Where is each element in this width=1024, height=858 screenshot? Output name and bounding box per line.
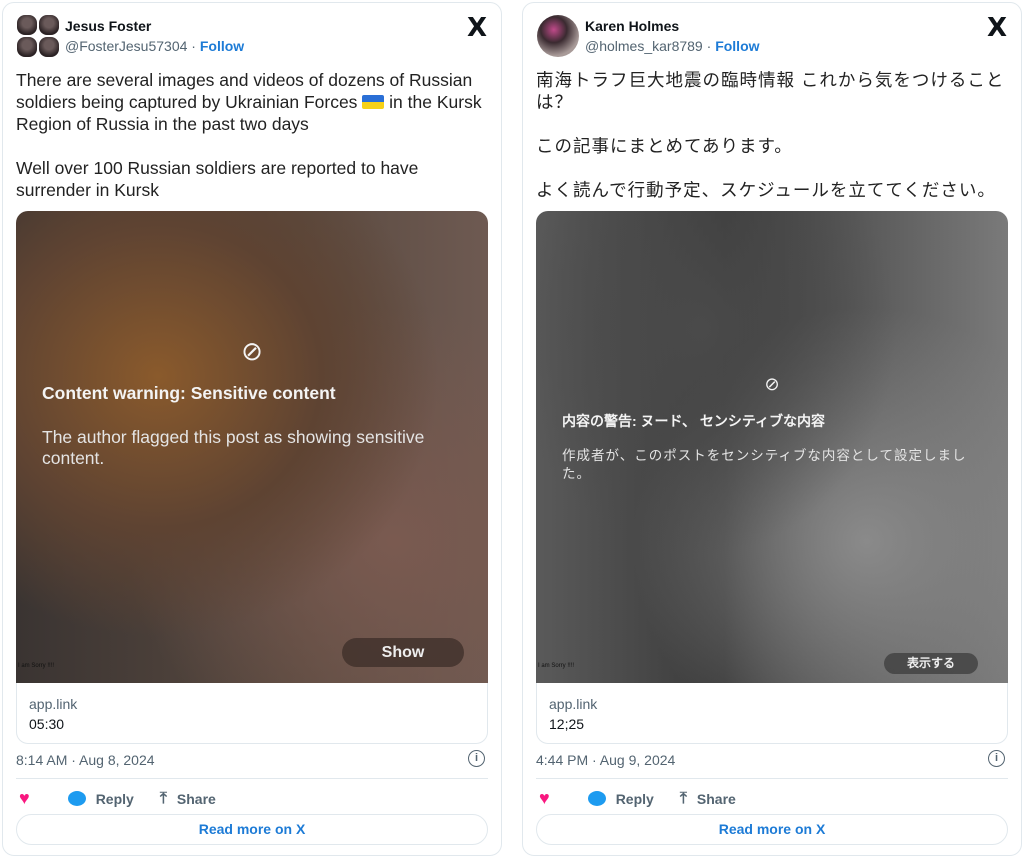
follow-button[interactable]: Follow: [200, 38, 244, 54]
action-bar: ♥ Reply ⤒ Share: [539, 788, 736, 809]
info-icon[interactable]: i: [468, 750, 485, 767]
separator: ·: [706, 38, 712, 54]
author-name[interactable]: Karen Holmes: [585, 18, 679, 34]
author-handle: @FosterJesu57304 · Follow: [65, 38, 244, 54]
x-logo-icon[interactable]: X: [467, 13, 487, 43]
show-button[interactable]: 表示する: [884, 653, 978, 674]
link-title: 12;25: [549, 716, 585, 732]
timestamp[interactable]: 8:14 AM · Aug 8, 2024: [16, 752, 155, 768]
x-logo-icon[interactable]: X: [987, 13, 1007, 43]
follow-button[interactable]: Follow: [715, 38, 759, 54]
watermark: I am Sorry !!!!: [18, 663, 55, 669]
link-title: 05:30: [29, 716, 65, 732]
tweet-text: 南海トラフ巨大地震の臨時情報 これから気をつけることは？ この記事にまとめてあり…: [536, 70, 1005, 200]
reply-button[interactable]: Reply: [616, 791, 654, 807]
avatar[interactable]: [537, 15, 579, 57]
author-handle: @holmes_kar8789 · Follow: [585, 38, 760, 54]
handle-text[interactable]: @holmes_kar8789: [585, 38, 703, 54]
link-domain: app.link: [549, 696, 598, 712]
show-button[interactable]: Show: [342, 638, 464, 667]
share-button[interactable]: Share: [177, 791, 216, 807]
handle-text[interactable]: @FosterJesu57304: [65, 38, 187, 54]
sensitive-media[interactable]: ⊘ 内容の警告: ヌード、 センシティブな内容 作成者が、このポストをセンシティ…: [536, 211, 1008, 683]
eye-slash-icon: ⊘: [241, 336, 263, 366]
warning-body: The author flagged this post as showing …: [42, 427, 425, 468]
link-domain: app.link: [29, 696, 78, 712]
read-more-button[interactable]: Read more on X: [16, 814, 488, 845]
tweet-card-jesus-foster: Jesus Foster @FosterJesu57304 · Follow X…: [2, 2, 502, 856]
tweet-card-karen-holmes: Karen Holmes @holmes_kar8789 · Follow X …: [522, 2, 1022, 856]
link-card[interactable]: app.link 12;25: [536, 683, 1008, 744]
tweet-text: There are several images and videos of d…: [16, 69, 491, 201]
eye-slash-icon: ⊘: [764, 374, 780, 394]
divider: [16, 778, 488, 779]
share-button[interactable]: Share: [697, 791, 736, 807]
reply-icon[interactable]: [587, 791, 606, 806]
ukraine-flag-icon: [362, 95, 385, 109]
author-name[interactable]: Jesus Foster: [65, 18, 151, 34]
timestamp[interactable]: 4:44 PM · Aug 9, 2024: [536, 752, 675, 768]
watermark: I am Sorry !!!!: [538, 663, 575, 669]
reply-icon[interactable]: [67, 791, 86, 806]
warning-title: Content warning: Sensitive content: [42, 383, 336, 403]
reply-button[interactable]: Reply: [96, 791, 134, 807]
divider: [536, 778, 1008, 779]
sensitive-media[interactable]: ⊘ Content warning: Sensitive content The…: [16, 211, 488, 683]
separator: ·: [191, 38, 196, 54]
info-icon[interactable]: i: [988, 750, 1005, 767]
share-icon[interactable]: ⤒: [160, 790, 167, 808]
avatar[interactable]: [17, 15, 59, 57]
heart-icon[interactable]: ♥: [19, 788, 30, 809]
warning-body: 作成者が、このポストをセンシティブな内容として設定しました。: [562, 448, 967, 481]
warning-title: 内容の警告: ヌード、 センシティブな内容: [562, 413, 826, 429]
share-icon[interactable]: ⤒: [680, 790, 687, 808]
action-bar: ♥ Reply ⤒ Share: [19, 788, 216, 809]
read-more-button[interactable]: Read more on X: [536, 814, 1008, 845]
heart-icon[interactable]: ♥: [539, 788, 550, 809]
link-card[interactable]: app.link 05:30: [16, 683, 488, 744]
